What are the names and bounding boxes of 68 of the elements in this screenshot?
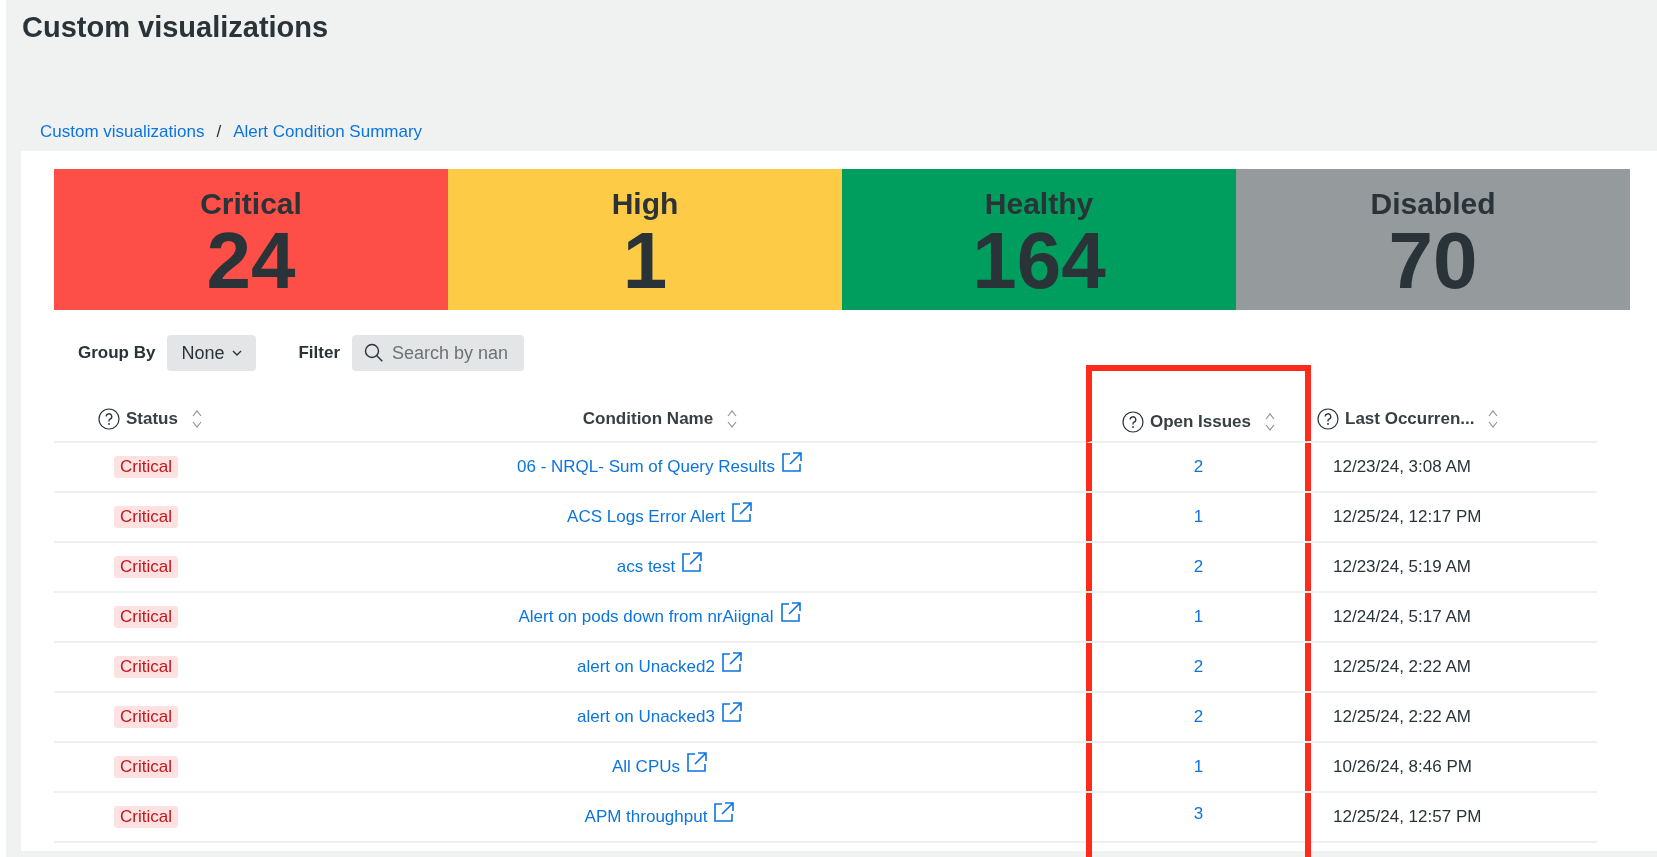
status-badge: Critical bbox=[114, 556, 178, 578]
condition-link[interactable]: 06 - NRQL- Sum of Query Results bbox=[517, 457, 775, 477]
external-link-icon[interactable] bbox=[721, 701, 743, 723]
help-icon[interactable] bbox=[1121, 411, 1144, 433]
breadcrumb-link[interactable]: Custom visualizations bbox=[40, 121, 205, 143]
open-issues-link[interactable]: 2 bbox=[1193, 657, 1204, 677]
search-field[interactable]: Search by nan bbox=[352, 335, 525, 371]
status-badge: Critical bbox=[114, 656, 178, 678]
help-icon[interactable] bbox=[98, 408, 120, 430]
sort-icon[interactable] bbox=[191, 409, 202, 429]
status-badge: Critical bbox=[114, 606, 178, 628]
breadcrumb-link[interactable]: Alert Condition Summary bbox=[233, 121, 423, 143]
help-icon[interactable] bbox=[1317, 408, 1339, 430]
breadcrumb-separator: / bbox=[216, 121, 222, 143]
external-link-icon[interactable] bbox=[713, 801, 736, 823]
status-badge: Critical bbox=[114, 706, 178, 728]
group-by-dropdown[interactable]: None bbox=[167, 335, 257, 371]
column-label[interactable]: Open Issues bbox=[1149, 412, 1252, 432]
group-by-label: Group By bbox=[78, 343, 156, 363]
external-link-icon[interactable] bbox=[686, 751, 708, 773]
tile-count: 24 bbox=[206, 221, 296, 301]
sort-icon[interactable] bbox=[727, 409, 738, 429]
tile-count: 164 bbox=[972, 221, 1106, 301]
condition-link[interactable]: ACS Logs Error Alert bbox=[567, 507, 725, 527]
sort-icon[interactable] bbox=[1265, 412, 1276, 432]
open-issues-link[interactable]: 1 bbox=[1193, 757, 1204, 777]
column-label[interactable]: Status bbox=[126, 409, 178, 429]
last-occurrence-text: 12/24/24, 5:17 AM bbox=[1333, 607, 1471, 627]
tile-count: 1 bbox=[622, 221, 668, 301]
last-occurrence-text: 12/25/24, 2:22 AM bbox=[1333, 657, 1471, 677]
external-link-icon[interactable] bbox=[681, 551, 704, 573]
external-link-icon[interactable] bbox=[730, 501, 753, 523]
status-badge: Critical bbox=[114, 456, 178, 478]
column-label[interactable]: Condition Name bbox=[582, 409, 714, 429]
column-label[interactable]: Last Occurren... bbox=[1345, 409, 1475, 429]
tile-label: Healthy bbox=[984, 187, 1094, 221]
condition-link[interactable]: acs test bbox=[616, 557, 676, 577]
external-link-icon[interactable] bbox=[779, 601, 802, 623]
open-issues-link[interactable]: 2 bbox=[1193, 557, 1204, 577]
tile-count: 70 bbox=[1388, 221, 1478, 301]
last-occurrence-text: 12/23/24, 3:08 AM bbox=[1333, 457, 1471, 477]
open-issues-link[interactable]: 1 bbox=[1193, 607, 1204, 627]
open-issues-link[interactable]: 1 bbox=[1193, 507, 1204, 527]
sort-icon[interactable] bbox=[1488, 409, 1499, 429]
last-occurrence-text: 12/25/24, 12:17 PM bbox=[1333, 507, 1482, 527]
condition-link[interactable]: Alert on pods down from nrAiignal bbox=[518, 607, 774, 627]
condition-link[interactable]: All CPUs bbox=[612, 757, 680, 777]
filter-label: Filter bbox=[298, 343, 341, 363]
page-title: Custom visualizations bbox=[22, 10, 330, 44]
condition-link[interactable]: alert on Unacked3 bbox=[577, 707, 715, 727]
last-occurrence-text: 12/25/24, 2:22 AM bbox=[1333, 707, 1471, 727]
external-link-icon[interactable] bbox=[721, 651, 743, 673]
external-link-icon[interactable] bbox=[780, 451, 803, 473]
open-issues-link[interactable]: 2 bbox=[1193, 707, 1204, 727]
condition-link[interactable]: alert on Unacked2 bbox=[577, 657, 715, 677]
condition-link[interactable]: APM throughput bbox=[584, 807, 708, 827]
last-occurrence-text: 12/25/24, 12:57 PM bbox=[1333, 807, 1482, 827]
chevron-down-icon bbox=[232, 350, 243, 356]
status-badge: Critical bbox=[114, 506, 178, 528]
last-occurrence-text: 10/26/24, 8:46 PM bbox=[1333, 757, 1472, 777]
tile-label: High bbox=[611, 187, 679, 221]
status-badge: Critical bbox=[114, 756, 178, 778]
tile-label: Critical bbox=[200, 187, 302, 221]
tile-label: Disabled bbox=[1370, 187, 1496, 221]
open-issues-link[interactable]: 2 bbox=[1193, 457, 1204, 477]
last-occurrence-text: 12/23/24, 5:19 AM bbox=[1333, 557, 1471, 577]
status-badge: Critical bbox=[114, 806, 178, 828]
open-issues-link[interactable]: 3 bbox=[1193, 804, 1204, 824]
